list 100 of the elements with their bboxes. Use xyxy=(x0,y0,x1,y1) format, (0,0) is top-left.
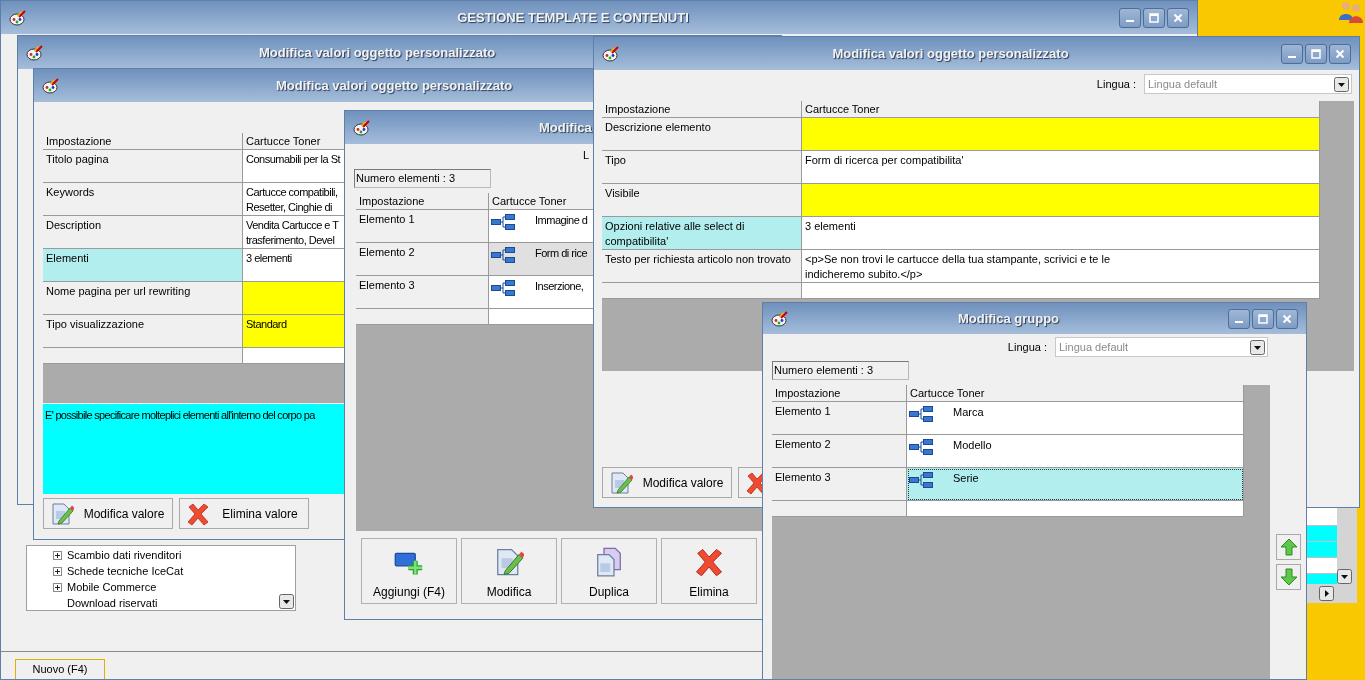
edit-icon xyxy=(609,470,633,495)
cell-text: Marca xyxy=(953,405,984,420)
cell-text: Modello xyxy=(953,438,992,453)
table-cell xyxy=(1307,508,1337,526)
close-button[interactable] xyxy=(1276,308,1298,329)
language-dropdown[interactable]: Lingua default xyxy=(1144,74,1352,94)
delete-icon xyxy=(694,547,724,577)
app-icon xyxy=(353,119,371,136)
expand-icon xyxy=(53,582,62,592)
table-cell xyxy=(1307,542,1337,558)
close-button[interactable] xyxy=(1167,7,1189,28)
table-cell: Elemento 1 xyxy=(356,210,489,243)
table-cell: Elemento 1 xyxy=(772,402,907,435)
edit-button[interactable]: Modifica valore xyxy=(602,467,732,498)
app-icon xyxy=(26,44,44,61)
edit-button[interactable]: Modifica valore xyxy=(43,498,173,529)
users-icon[interactable] xyxy=(1338,0,1364,24)
minimize-button[interactable] xyxy=(1281,43,1303,64)
edit-button[interactable]: Modifica xyxy=(461,538,557,604)
maximize-button[interactable] xyxy=(1252,308,1274,329)
table-cell xyxy=(1307,574,1337,584)
cell-text: Serie xyxy=(953,471,979,486)
add-button[interactable]: Aggiungi (F4) xyxy=(361,538,457,604)
table-cell: Nome pagina per url rewriting xyxy=(43,282,243,315)
table-cell: Keywords xyxy=(43,183,243,216)
tree-item[interactable]: Scambio dati rivenditori xyxy=(67,546,182,564)
table-cell[interactable]: Marca xyxy=(907,402,1244,435)
hierarchy-icon xyxy=(491,213,515,231)
minimize-button[interactable] xyxy=(1119,7,1141,28)
minimize-icon xyxy=(1126,19,1134,22)
expand-icon xyxy=(53,566,62,576)
cell-text: Form di rice xyxy=(535,246,588,261)
app-icon xyxy=(771,310,789,327)
edit-icon xyxy=(494,547,524,577)
delete-button[interactable]: Elimina xyxy=(661,538,757,604)
hierarchy-icon xyxy=(909,438,933,456)
caret-icon xyxy=(1334,76,1349,92)
language-label: Lingua : xyxy=(1007,339,1047,355)
table-cell: Titolo pagina xyxy=(43,150,243,183)
edit-icon xyxy=(50,501,74,526)
maximize-icon xyxy=(1258,313,1268,324)
tree-item[interactable]: Download riservati xyxy=(67,594,158,612)
cell-text: Inserzione, xyxy=(535,279,584,294)
delete-icon xyxy=(186,501,210,526)
table-cell: Tipo visualizzazione xyxy=(43,315,243,348)
language-dropdown[interactable]: Lingua default xyxy=(1055,337,1268,357)
table-cell: Testo per richiesta articolo non trovato xyxy=(602,250,802,283)
app-icon xyxy=(9,9,27,26)
close-icon xyxy=(1173,12,1183,23)
hierarchy-icon xyxy=(491,246,515,264)
caret-icon xyxy=(1337,569,1352,584)
scroll-right-icon[interactable] xyxy=(1319,586,1334,601)
table-cell xyxy=(1307,558,1337,574)
tree-item[interactable]: Mobile Commerce xyxy=(67,578,157,596)
move-down-button[interactable] xyxy=(1276,564,1301,590)
caret-icon xyxy=(1250,339,1265,355)
minimize-button[interactable] xyxy=(1228,308,1250,329)
table-cell: Elemento 2 xyxy=(356,243,489,276)
language-label: Lingua : xyxy=(1096,76,1136,92)
move-up-button[interactable] xyxy=(1276,534,1301,560)
window-title: Modifica valori oggetto personalizzato xyxy=(259,43,496,62)
language-label: L xyxy=(583,149,590,161)
tree-item[interactable]: Schede tecniche IceCat xyxy=(67,562,184,580)
expand-icon xyxy=(53,550,62,560)
delete-button[interactable]: Elimina valore xyxy=(179,498,309,529)
maximize-button[interactable] xyxy=(1143,7,1165,28)
close-button[interactable] xyxy=(1329,43,1351,64)
column-header: Cartucce Toner xyxy=(907,385,1244,402)
column-header: Impostazione xyxy=(43,133,243,150)
table-cell: Elemento 3 xyxy=(356,276,489,309)
duplicate-icon xyxy=(594,547,624,577)
table-cell: Description xyxy=(43,216,243,249)
app-icon xyxy=(602,45,620,62)
column-header: Impostazione xyxy=(602,101,802,118)
column-header: Cartucce Toner xyxy=(802,101,1320,118)
table-cell: Descrizione elemento xyxy=(602,118,802,151)
column-header: Impostazione xyxy=(772,385,907,402)
count-field: Numero elementi : 3 xyxy=(772,361,909,380)
maximize-icon xyxy=(1149,12,1159,23)
duplicate-button[interactable]: Duplica xyxy=(561,538,657,604)
window-title: Modifica valori oggetto personalizzato xyxy=(276,76,513,95)
window-title: GESTIONE TEMPLATE E CONTENUTI xyxy=(457,8,689,27)
table-cell[interactable]: Serie xyxy=(907,468,1244,501)
maximize-button[interactable] xyxy=(1305,43,1327,64)
close-icon xyxy=(1335,48,1345,59)
hierarchy-icon xyxy=(909,471,933,489)
close-icon xyxy=(1282,313,1292,324)
table-cell: 3 elementi xyxy=(802,217,1320,250)
table-cell: Form di ricerca per compatibilita' xyxy=(802,151,1320,184)
new-button[interactable]: Nuovo (F4) xyxy=(15,659,105,679)
maximize-icon xyxy=(1311,48,1321,59)
arrow-up-icon xyxy=(1279,538,1298,556)
table-cell[interactable]: Modello xyxy=(907,435,1244,468)
table-cell: Elemento 2 xyxy=(772,435,907,468)
cell-text: Immagine d xyxy=(535,213,588,228)
help-text: E' possibile specificare molteplici elementi all'interno del corpo pa xyxy=(45,409,315,421)
arrow-down-icon xyxy=(1279,568,1298,586)
minimize-icon xyxy=(1288,55,1296,58)
column-header: Impostazione xyxy=(356,193,489,210)
app-icon xyxy=(42,77,60,94)
